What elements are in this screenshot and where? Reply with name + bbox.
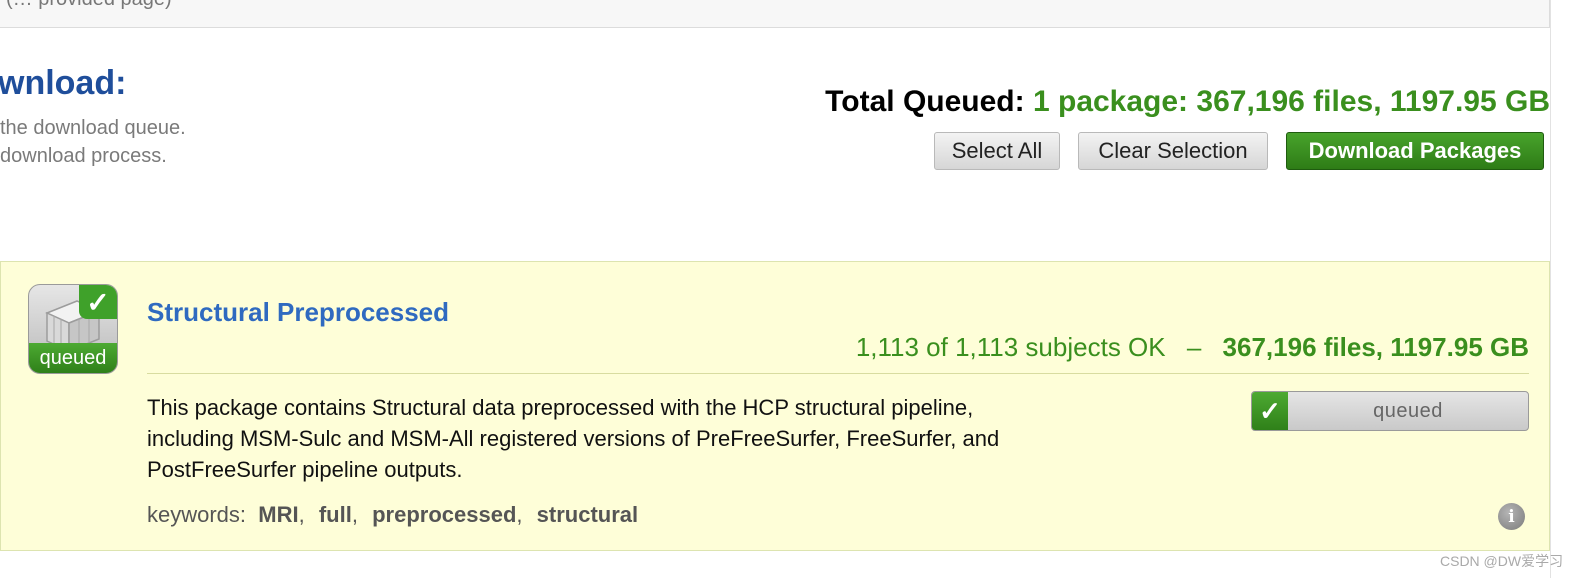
description-line: This package contains Structural data pr… xyxy=(147,395,974,420)
package-card: ✓ queued Structural Preprocessed 1,113 o… xyxy=(0,261,1550,551)
info-icon[interactable]: i xyxy=(1498,503,1525,530)
keyword-item: MRI xyxy=(258,502,299,527)
package-keywords: keywords: MRI, full, preprocessed, struc… xyxy=(147,502,639,527)
subjects-status: 1,113 of 1,113 subjects OK xyxy=(855,332,1166,362)
check-badge-icon: ✓ xyxy=(79,285,117,319)
page-heading: wnload: xyxy=(0,64,127,102)
clear-selection-button[interactable]: Clear Selection xyxy=(1078,132,1268,170)
intro-line-1: the download queue. xyxy=(0,117,186,139)
keyword-item: preprocessed xyxy=(372,502,517,527)
total-queued-label: Total Queued: xyxy=(825,85,1025,118)
package-title[interactable]: Structural Preprocessed xyxy=(147,297,449,328)
checkmark-icon: ✓ xyxy=(1252,392,1288,430)
package-description: This package contains Structural data pr… xyxy=(147,392,1107,485)
keyword-item: structural xyxy=(536,502,639,527)
queue-toggle[interactable]: ✓ queued xyxy=(1251,391,1529,431)
queued-badge: queued xyxy=(29,343,117,373)
total-queued-value: 1 package: 367,196 files, 1197.95 GB xyxy=(1032,85,1550,118)
page-scroll-edge xyxy=(1550,0,1568,578)
package-stats: 1,113 of 1,113 subjects OK – 367,196 fil… xyxy=(856,332,1529,363)
top-panel-text: (… provided page) xyxy=(6,0,172,11)
keywords-label: keywords: xyxy=(147,502,247,527)
description-line: including MSM-Sulc and MSM-All registere… xyxy=(147,426,1000,451)
watermark-text: CSDN @DW爱学习 xyxy=(1440,553,1564,569)
description-line: PostFreeSurfer pipeline outputs. xyxy=(147,457,463,482)
select-all-button[interactable]: Select All xyxy=(934,132,1060,170)
keyword-item: full xyxy=(318,502,352,527)
files-size: 367,196 files, 1197.95 GB xyxy=(1222,332,1529,362)
package-queued-icon[interactable]: ✓ queued xyxy=(28,284,118,374)
queue-toggle-label: queued xyxy=(1373,399,1443,422)
total-queued: Total Queued: 1 package: 367,196 files, … xyxy=(825,85,1550,119)
intro-line-2: download process. xyxy=(0,145,167,167)
download-packages-button[interactable]: Download Packages xyxy=(1286,132,1544,170)
package-divider xyxy=(147,373,1529,374)
top-panel-strip: (… provided page) xyxy=(0,0,1550,28)
stats-separator: – xyxy=(1186,332,1202,362)
